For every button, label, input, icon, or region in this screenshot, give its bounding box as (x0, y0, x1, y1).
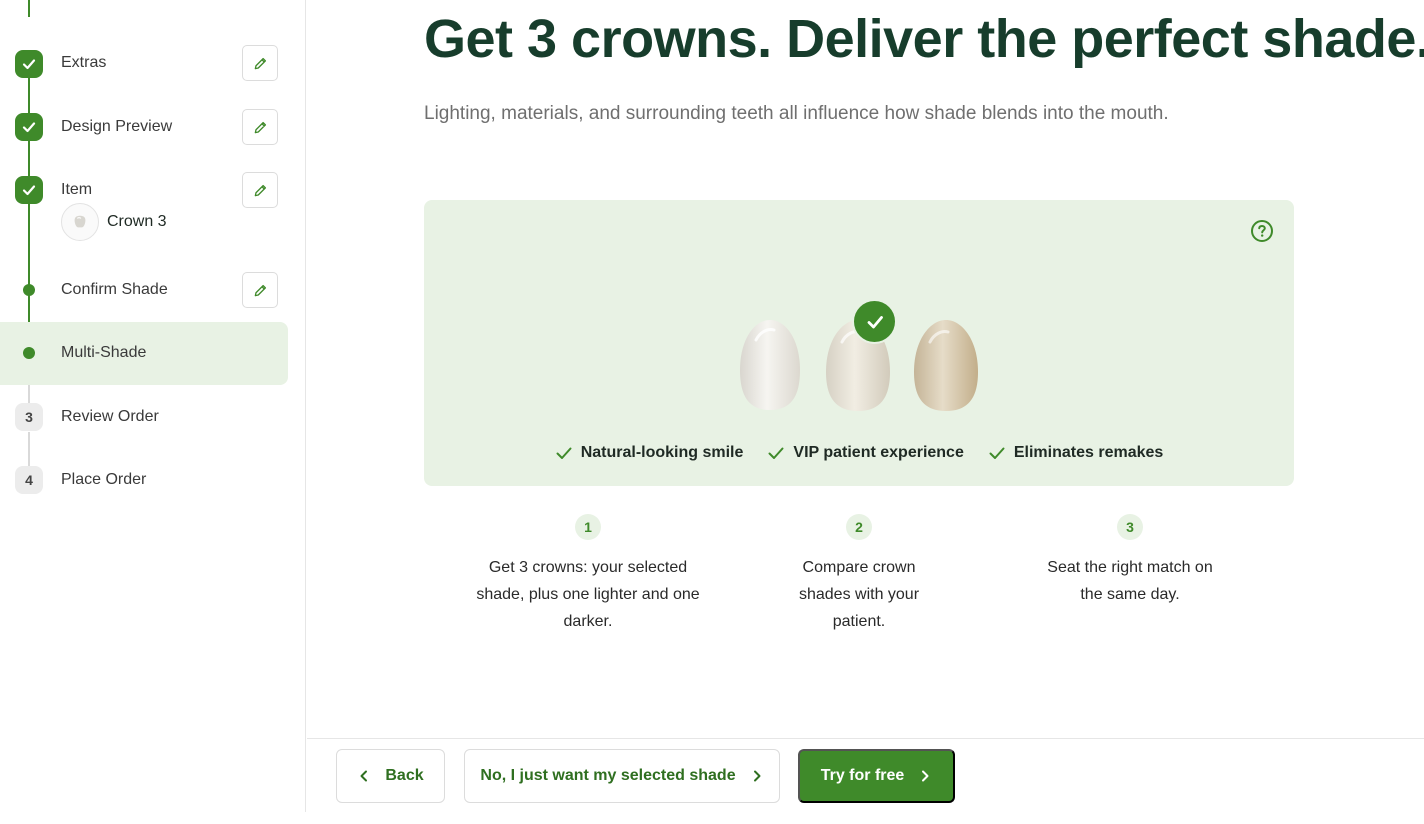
benefit-label: VIP patient experience (793, 444, 964, 461)
decline-button-label: No, I just want my selected shade (480, 767, 736, 784)
sidebar-step-label: Multi-Shade (61, 344, 147, 361)
sidebar-step-label: Review Order (61, 408, 159, 425)
how-step-text: Compare crown shades with your patient. (798, 559, 920, 630)
pencil-icon (254, 121, 266, 133)
back-button-label: Back (385, 767, 424, 784)
benefit-label: Natural-looking smile (580, 444, 744, 461)
tooth-icon (74, 215, 86, 228)
step-number-badge: 4 (15, 466, 43, 494)
multi-shade-offer: Get 3 crowns. Deliver the perfect shade.… (307, 0, 1424, 812)
step-connector (28, 0, 30, 17)
back-button[interactable]: Back (336, 749, 445, 803)
crown-thumbnail (61, 203, 99, 241)
how-step-number: 3 (1117, 514, 1143, 540)
order-steps-sidebar: Extras Design Preview Item Crown 3 Confi… (0, 0, 306, 812)
decline-multi-shade-button[interactable]: No, I just want my selected shade (464, 749, 780, 803)
try-button-label: Try for free (820, 767, 905, 784)
how-step-text: Get 3 crowns: your selected shade, plus … (476, 559, 700, 630)
benefits-list: Natural-looking smile VIP patient experi… (424, 444, 1294, 462)
sidebar-step-label: Design Preview (61, 118, 173, 135)
chevron-left-icon (360, 770, 368, 782)
benefit-item: Natural-looking smile (555, 444, 744, 462)
how-step: 3 Seat the right match on the same day. (1010, 514, 1250, 608)
page-subtitle: Lighting, materials, and surrounding tee… (424, 103, 1169, 124)
action-footer: Back No, I just want my selected shade T… (307, 738, 1424, 812)
chevron-right-icon (753, 770, 761, 782)
how-step-number: 1 (575, 514, 601, 540)
check-icon (15, 113, 43, 141)
step-connector (28, 75, 30, 115)
edit-extras-button[interactable] (242, 45, 278, 81)
multi-shade-promo-card: Natural-looking smile VIP patient experi… (424, 200, 1294, 486)
darker-crown (914, 320, 978, 411)
lighter-crown (740, 320, 800, 410)
check-icon (556, 447, 572, 459)
chevron-right-icon (922, 770, 929, 782)
how-step: 1 Get 3 crowns: your selected shade, plu… (468, 514, 708, 635)
edit-confirm-shade-button[interactable] (242, 272, 278, 308)
check-icon (989, 447, 1005, 459)
how-step: 2 Compare crown shades with your patient… (739, 514, 979, 635)
selected-shade-check-icon (852, 299, 897, 344)
benefit-label: Eliminates remakes (1013, 444, 1164, 461)
sidebar-step-label: Extras (61, 54, 107, 71)
substep-dot (23, 347, 35, 359)
how-step-text: Seat the right match on the same day. (1047, 559, 1213, 603)
check-icon (15, 176, 43, 204)
check-icon (15, 50, 43, 78)
substep-dot (23, 284, 35, 296)
pencil-icon (254, 57, 266, 69)
item-crown-entry: Crown 3 (61, 203, 167, 241)
sidebar-step-label: Item (61, 181, 93, 198)
benefit-item: Eliminates remakes (988, 444, 1163, 462)
edit-item-button[interactable] (242, 172, 278, 208)
check-icon (768, 447, 784, 459)
edit-design-preview-button[interactable] (242, 109, 278, 145)
item-name: Crown 3 (107, 213, 167, 230)
pencil-icon (254, 284, 266, 296)
benefit-item: VIP patient experience (767, 444, 964, 462)
bottom-edge (0, 812, 1424, 824)
help-icon[interactable] (1250, 219, 1274, 243)
try-for-free-button[interactable]: Try for free (798, 749, 955, 803)
step-number-badge: 3 (15, 403, 43, 431)
sidebar-step-label: Place Order (61, 471, 147, 488)
how-step-number: 2 (846, 514, 872, 540)
sidebar-step-label: Confirm Shade (61, 281, 168, 298)
step-connector (28, 139, 30, 179)
page-title: Get 3 crowns. Deliver the perfect shade. (424, 9, 1424, 69)
pencil-icon (254, 184, 266, 196)
